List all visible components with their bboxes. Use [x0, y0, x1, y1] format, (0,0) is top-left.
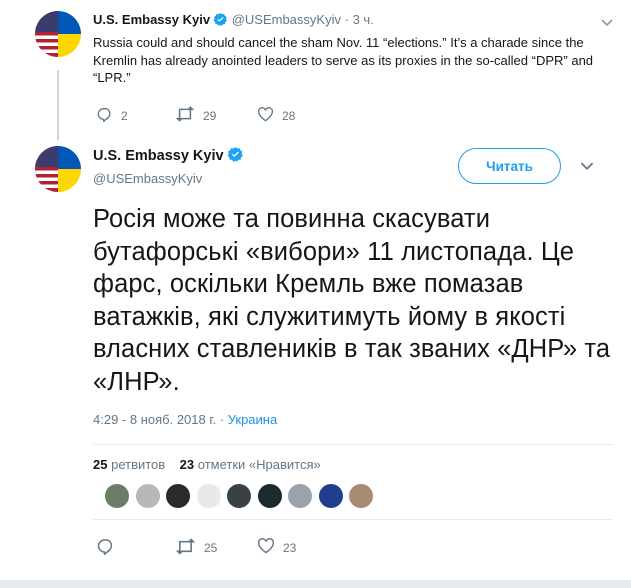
like-stat[interactable]: 23 отметки «Нравится» [180, 457, 321, 472]
retweet-icon [175, 537, 196, 558]
retweet-stat-count: 25 [93, 457, 108, 472]
liker-avatar[interactable] [349, 484, 373, 508]
retweet-stat-label: ретвитов [111, 457, 166, 472]
separator: · [344, 12, 349, 27]
tweet-header: U.S. Embassy Kyiv @USEmbassyKyiv · 3 ч. [93, 12, 374, 30]
author-name-row: U.S. Embassy Kyiv [93, 146, 244, 167]
like-count: 23 [283, 540, 297, 555]
tweet-actions: 25 23 [97, 537, 296, 558]
retweet-count: 25 [204, 540, 218, 555]
like-button[interactable]: 23 [257, 538, 296, 557]
like-count: 28 [282, 108, 296, 123]
liker-avatar[interactable] [166, 484, 190, 508]
tweet-stats: 25 ретвитов 23 отметки «Нравится» [93, 457, 321, 472]
liker-avatar[interactable] [288, 484, 312, 508]
retweet-count: 29 [203, 108, 217, 123]
heart-icon [257, 538, 275, 557]
divider [93, 519, 613, 520]
liker-avatar[interactable] [318, 484, 343, 508]
reply-icon [97, 106, 113, 125]
author-name[interactable]: U.S. Embassy Kyiv [93, 12, 210, 27]
tweet-text: Russia could and should cancel the sham … [93, 35, 594, 85]
divider [93, 444, 613, 445]
liker-avatar[interactable] [227, 484, 251, 508]
reply-button[interactable] [97, 537, 175, 558]
retweet-button[interactable]: 25 [175, 537, 257, 558]
tweet-location[interactable]: Украина [228, 412, 278, 427]
reply-count: 2 [121, 108, 128, 123]
retweet-button[interactable]: 29 [175, 106, 257, 125]
verified-badge-icon [213, 12, 228, 30]
tweet-timestamp[interactable]: 4:29 - 8 нояб. 2018 г. [93, 412, 216, 427]
liker-avatar[interactable] [196, 484, 221, 508]
reply-button[interactable]: 2 [97, 106, 175, 125]
follow-button[interactable]: Читать [458, 148, 561, 184]
liker-avatars [105, 484, 380, 508]
liker-avatar[interactable] [105, 484, 129, 508]
like-stat-count: 23 [179, 457, 195, 472]
liker-avatar[interactable] [135, 484, 160, 508]
verified-badge-icon [227, 146, 244, 167]
separator: · [219, 412, 225, 427]
chevron-down-icon[interactable] [601, 14, 613, 32]
tweet-actions: 2 29 28 [97, 106, 295, 125]
author-handle[interactable]: @USEmbassyKyiv [93, 171, 202, 186]
retweet-icon [175, 106, 195, 125]
retweet-stat[interactable]: 25 ретвитов [93, 457, 165, 472]
timeline-separator [0, 580, 631, 588]
tweet-text: Росія може та повинна скасувати бутафорс… [93, 205, 611, 396]
author-handle[interactable]: @USEmbassyKyiv [232, 12, 341, 27]
chevron-down-icon[interactable] [580, 158, 594, 176]
avatar[interactable] [35, 11, 81, 57]
tweet-meta: 4:29 - 8 нояб. 2018 г. · Украина [93, 412, 277, 427]
liker-avatar[interactable] [257, 484, 282, 508]
like-stat-label: отметки «Нравится» [197, 457, 321, 472]
thread-connector [57, 70, 59, 140]
like-button[interactable]: 28 [257, 106, 296, 125]
heart-icon [257, 106, 274, 125]
author-name[interactable]: U.S. Embassy Kyiv [93, 148, 224, 164]
tweet-time[interactable]: 3 ч. [353, 12, 374, 27]
avatar[interactable] [35, 146, 81, 192]
reply-icon [97, 537, 115, 558]
